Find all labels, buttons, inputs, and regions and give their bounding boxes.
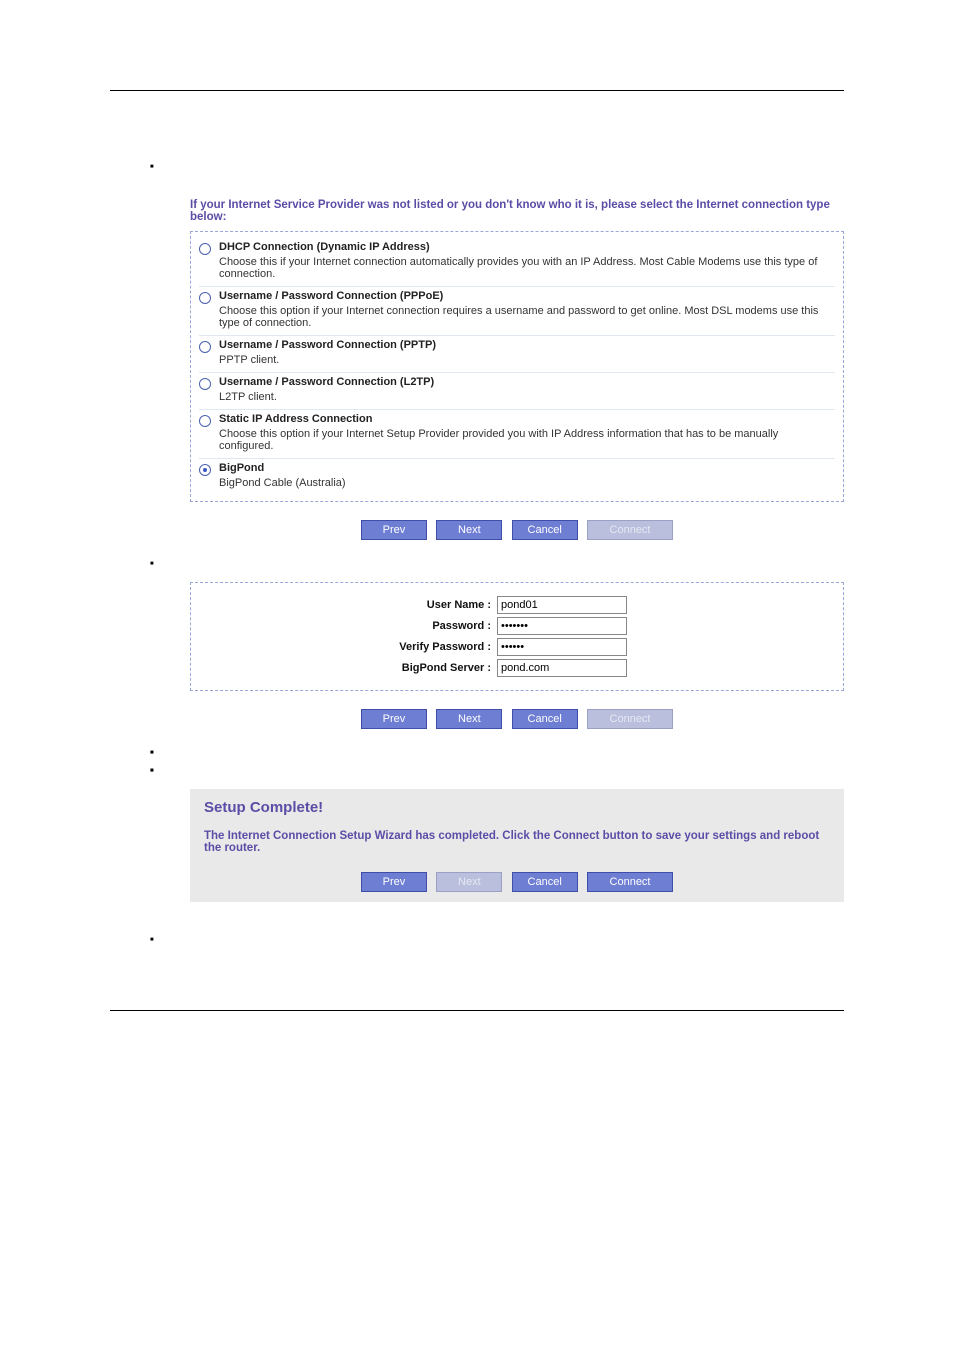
bigpond-server-input[interactable]	[497, 659, 627, 677]
option-title: Username / Password Connection (L2TP)	[219, 376, 434, 388]
username-input[interactable]	[497, 596, 627, 614]
button-bar: Prev Next Cancel Connect	[190, 709, 844, 729]
verify-password-input[interactable]	[497, 638, 627, 656]
next-button: Next	[436, 872, 502, 892]
option-desc: Choose this option if your Internet conn…	[219, 305, 835, 329]
cancel-button[interactable]: Cancel	[512, 520, 578, 540]
prev-button[interactable]: Prev	[361, 709, 427, 729]
option-pptp[interactable]: Username / Password Connection (PPTP) PP…	[199, 336, 835, 373]
option-desc: L2TP client.	[219, 391, 835, 403]
option-title: Username / Password Connection (PPTP)	[219, 339, 436, 351]
option-title: BigPond	[219, 462, 264, 474]
radio-icon[interactable]	[199, 378, 211, 390]
next-button[interactable]: Next	[436, 520, 502, 540]
cancel-button[interactable]: Cancel	[512, 709, 578, 729]
connection-type-panel: If your Internet Service Provider was no…	[190, 199, 844, 540]
option-title: Username / Password Connection (PPPoE)	[219, 290, 443, 302]
connect-button: Connect	[587, 709, 673, 729]
option-static-ip[interactable]: Static IP Address Connection Choose this…	[199, 410, 835, 459]
option-l2tp[interactable]: Username / Password Connection (L2TP) L2…	[199, 373, 835, 410]
setup-complete-panel: Setup Complete! The Internet Connection …	[190, 789, 844, 902]
bigpond-form-panel: User Name : Password : Verify Password :…	[190, 582, 844, 729]
password-input[interactable]	[497, 617, 627, 635]
form-box: User Name : Password : Verify Password :…	[190, 582, 844, 691]
radio-icon[interactable]	[199, 464, 211, 476]
radio-icon[interactable]	[199, 341, 211, 353]
password-label: Password :	[201, 620, 497, 632]
cancel-button[interactable]: Cancel	[512, 872, 578, 892]
instruction-text: If your Internet Service Provider was no…	[190, 199, 844, 223]
complete-desc: The Internet Connection Setup Wizard has…	[204, 830, 830, 854]
radio-icon[interactable]	[199, 292, 211, 304]
verify-password-label: Verify Password :	[201, 641, 497, 653]
complete-box: Setup Complete! The Internet Connection …	[190, 789, 844, 902]
prev-button[interactable]: Prev	[361, 872, 427, 892]
option-desc: Choose this option if your Internet Setu…	[219, 428, 835, 452]
options-box: DHCP Connection (Dynamic IP Address) Cho…	[190, 231, 844, 502]
username-label: User Name :	[201, 599, 497, 611]
prev-button[interactable]: Prev	[361, 520, 427, 540]
option-desc: PPTP client.	[219, 354, 835, 366]
next-button[interactable]: Next	[436, 709, 502, 729]
option-title: Static IP Address Connection	[219, 413, 372, 425]
option-desc: Choose this if your Internet connection …	[219, 256, 835, 280]
option-desc: BigPond Cable (Australia)	[219, 477, 835, 489]
option-bigpond[interactable]: BigPond BigPond Cable (Australia)	[199, 459, 835, 495]
option-title: DHCP Connection (Dynamic IP Address)	[219, 241, 430, 253]
button-bar: Prev Next Cancel Connect	[204, 872, 830, 892]
button-bar: Prev Next Cancel Connect	[190, 520, 844, 540]
bigpond-server-label: BigPond Server :	[201, 662, 497, 674]
option-pppoe[interactable]: Username / Password Connection (PPPoE) C…	[199, 287, 835, 336]
complete-title: Setup Complete!	[204, 799, 830, 816]
radio-icon[interactable]	[199, 243, 211, 255]
connect-button: Connect	[587, 520, 673, 540]
option-dhcp[interactable]: DHCP Connection (Dynamic IP Address) Cho…	[199, 238, 835, 287]
radio-icon[interactable]	[199, 415, 211, 427]
connect-button[interactable]: Connect	[587, 872, 673, 892]
